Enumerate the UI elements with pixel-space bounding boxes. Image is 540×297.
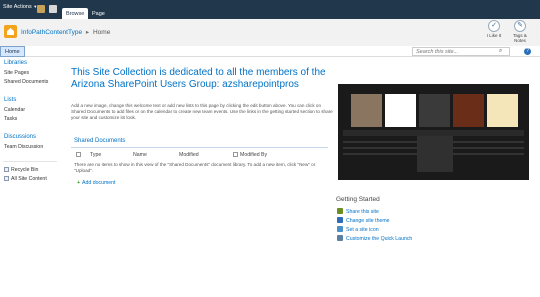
add-icon: + (77, 180, 81, 186)
i-like-it-label: I Like It (486, 33, 502, 38)
share-site-link[interactable]: Share this site (337, 208, 379, 215)
tags-notes-button[interactable]: ✎ Tags & Notes (507, 20, 533, 43)
site-image (338, 84, 529, 180)
recycle-bin-icon (4, 167, 9, 172)
column-header-name[interactable]: Name (133, 152, 147, 158)
set-icon-link[interactable]: Set a site icon (337, 226, 379, 233)
welcome-description: Add a new image, change this welcome tex… (71, 103, 333, 120)
add-document-link[interactable]: + Add document (77, 180, 115, 186)
image-swatch (419, 94, 450, 127)
i-like-it-button[interactable]: ✓ I Like It (481, 20, 507, 38)
ql-item-calendar[interactable]: Calendar (4, 107, 25, 113)
search-input[interactable] (412, 47, 510, 56)
share-site-label: Share this site (346, 209, 379, 215)
thumb-up-icon: ✓ (488, 20, 500, 32)
edit-page-icon[interactable] (49, 5, 57, 13)
set-icon-label: Set a site icon (346, 227, 379, 233)
ql-heading-libraries[interactable]: Libraries (4, 60, 27, 66)
search-icon[interactable]: ⌕ (499, 48, 502, 55)
ql-recycle-bin-label: Recycle Bin (11, 167, 39, 173)
ql-all-site-content-label: All Site Content (11, 176, 47, 182)
customize-quick-launch-label: Customize the Quick Launch (346, 236, 413, 242)
tab-page[interactable]: Page (88, 8, 109, 19)
theme-icon (337, 217, 343, 223)
site-content-icon (4, 176, 9, 181)
ql-divider (3, 161, 57, 162)
picture-icon (337, 226, 343, 232)
quick-launch-icon (337, 235, 343, 241)
tags-notes-label: Tags & Notes (513, 33, 527, 43)
breadcrumb-current-page: Home (92, 29, 111, 36)
customize-quick-launch-link[interactable]: Customize the Quick Launch (337, 235, 412, 242)
ql-recycle-bin[interactable]: Recycle Bin (4, 167, 38, 173)
breadcrumb-separator-icon: ▸ (85, 29, 90, 36)
shared-documents-title[interactable]: Shared Documents (74, 138, 125, 144)
tab-browse[interactable]: Browse (62, 8, 89, 19)
help-icon[interactable]: ? (524, 48, 531, 55)
breadcrumb: InfoPathContentType ▸ Home (21, 28, 110, 36)
tag-icon: ✎ (514, 20, 526, 32)
image-swatch (487, 94, 518, 127)
breadcrumb-site-link[interactable]: InfoPathContentType (21, 29, 82, 36)
site-actions-label: Site Actions (3, 4, 32, 10)
ql-all-site-content[interactable]: All Site Content (4, 176, 47, 182)
image-swatch (351, 94, 382, 127)
getting-started-title: Getting Started (336, 196, 380, 203)
change-theme-link[interactable]: Change site theme (337, 217, 390, 224)
add-document-label: Add document (82, 180, 116, 186)
ql-item-team-discussion[interactable]: Team Discussion (4, 144, 43, 150)
library-divider (71, 147, 328, 148)
welcome-title: This Site Collection is dedicated to all… (71, 67, 326, 90)
title-area: InfoPathContentType ▸ Home ✓ I Like It ✎… (0, 19, 540, 46)
folder-icon[interactable] (37, 5, 45, 13)
select-all-checkbox[interactable] (76, 152, 81, 157)
ql-heading-discussions[interactable]: Discussions (4, 134, 36, 140)
site-logo-icon[interactable] (4, 25, 17, 38)
ql-item-site-pages[interactable]: Site Pages (4, 70, 29, 76)
ql-item-tasks[interactable]: Tasks (4, 116, 17, 122)
ribbon-bar: Site Actions ▼ Browse Page (0, 0, 540, 19)
column-header-modified-by[interactable]: Modified By (240, 152, 267, 158)
image-panel (417, 136, 453, 172)
column-header-type[interactable]: Type (90, 152, 101, 158)
nav-home-tab[interactable]: Home (0, 46, 25, 57)
share-icon (337, 208, 343, 214)
ql-item-shared-documents[interactable]: Shared Documents (4, 79, 48, 85)
image-swatch (453, 94, 484, 127)
column-header-modified[interactable]: Modified (179, 152, 199, 158)
image-swatch (385, 94, 416, 127)
modified-by-checkbox[interactable] (233, 152, 238, 157)
site-actions-menu[interactable]: Site Actions ▼ (3, 4, 37, 10)
ql-heading-lists[interactable]: Lists (4, 97, 16, 103)
change-theme-label: Change site theme (346, 218, 390, 224)
top-navigation: Home ⌕ ? (0, 46, 540, 57)
library-empty-message: There are no items to show in this view … (74, 162, 316, 173)
